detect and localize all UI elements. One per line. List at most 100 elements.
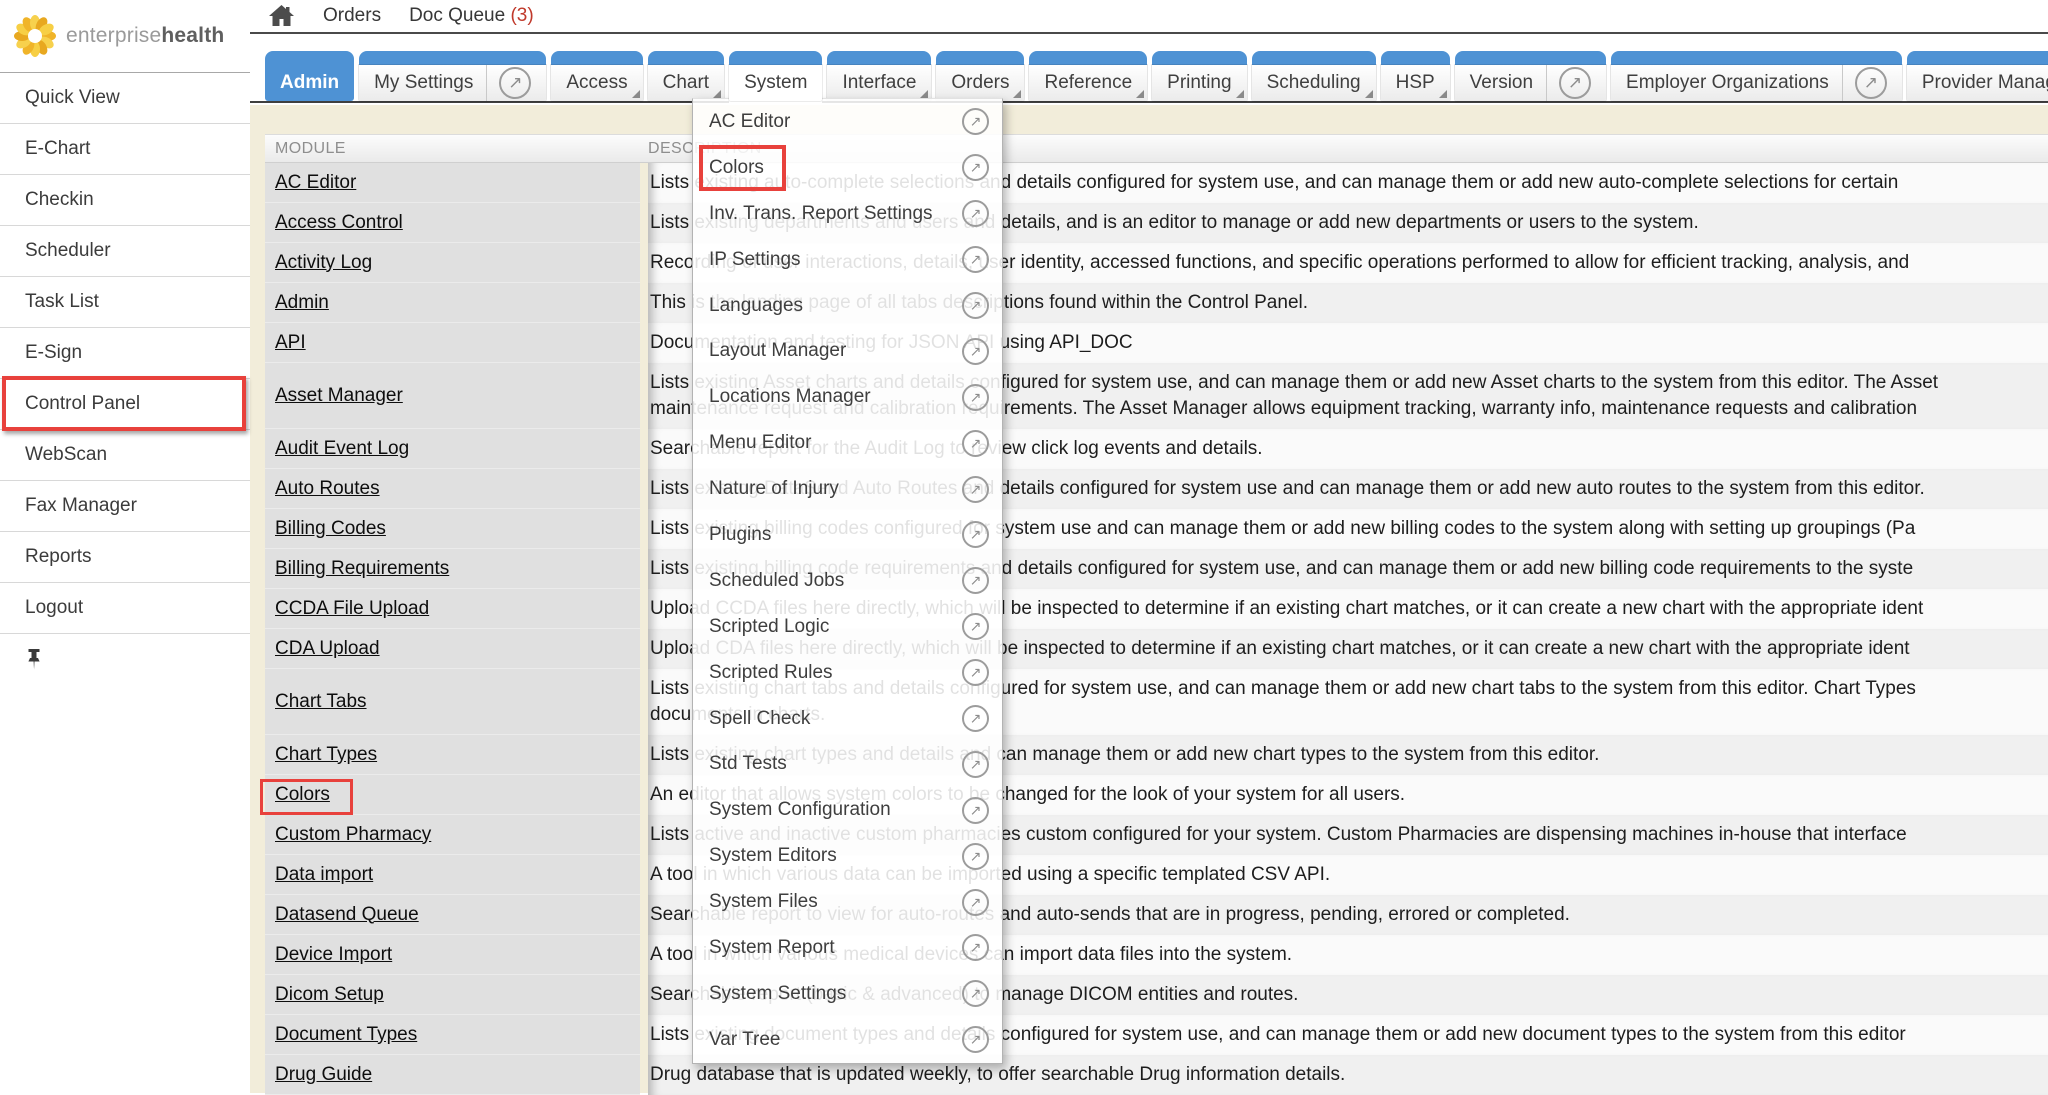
breadcrumb-doc-queue[interactable]: Doc Queue (3) — [409, 5, 534, 27]
module-link[interactable]: API — [275, 332, 306, 354]
tab-interface[interactable]: Interface ↗ — [827, 51, 931, 101]
tab-system[interactable]: System ↗ — [729, 51, 822, 101]
external-link-icon[interactable]: ↗ — [1559, 67, 1591, 99]
module-link[interactable]: Colors — [275, 784, 330, 806]
menu-item-scripted-rules[interactable]: Scripted Rules ↗ — [693, 650, 1002, 696]
module-link[interactable]: Chart Types — [275, 744, 377, 766]
module-link[interactable]: Device Import — [275, 944, 392, 966]
external-link-icon[interactable]: ↗ — [962, 1026, 989, 1053]
menu-item-spell-check[interactable]: Spell Check ↗ — [693, 696, 1002, 742]
menu-item-languages[interactable]: Languages ↗ — [693, 283, 1002, 329]
external-link-cell[interactable]: ↗ — [1546, 65, 1591, 101]
breadcrumb-orders[interactable]: Orders — [323, 5, 381, 27]
module-link[interactable]: Document Types — [275, 1024, 417, 1046]
external-link-icon[interactable]: ↗ — [962, 613, 989, 640]
menu-item-std-tests[interactable]: Std Tests ↗ — [693, 741, 1002, 787]
sidebar-item-checkin[interactable]: Checkin — [0, 175, 250, 226]
sidebar-item-e-chart[interactable]: E-Chart — [0, 124, 250, 175]
tab-version[interactable]: Version ↗ — [1455, 51, 1606, 101]
external-link-icon[interactable]: ↗ — [962, 889, 989, 916]
external-link-icon[interactable]: ↗ — [962, 108, 989, 135]
sidebar-item-task-list[interactable]: Task List — [0, 277, 250, 328]
tab-reference[interactable]: Reference ↗ — [1029, 51, 1147, 101]
external-link-icon[interactable]: ↗ — [962, 934, 989, 961]
menu-item-locations-manager[interactable]: Locations Manager ↗ — [693, 374, 1002, 420]
module-link[interactable]: Billing Codes — [275, 518, 386, 540]
sidebar-item-fax-manager[interactable]: Fax Manager — [0, 481, 250, 532]
tab-scheduling[interactable]: Scheduling ↗ — [1252, 51, 1376, 101]
external-link-icon[interactable]: ↗ — [1855, 67, 1887, 99]
external-link-icon[interactable]: ↗ — [962, 292, 989, 319]
module-link[interactable]: Activity Log — [275, 252, 372, 274]
menu-item-system-configuration[interactable]: System Configuration ↗ — [693, 787, 1002, 833]
menu-item-system-files[interactable]: System Files ↗ — [693, 879, 1002, 925]
module-row-activity-log: Activity Log Recording of user interacti… — [265, 243, 2048, 283]
tab-admin[interactable]: Admin ↗ — [265, 51, 354, 101]
menu-item-scripted-logic[interactable]: Scripted Logic ↗ — [693, 604, 1002, 650]
external-link-icon[interactable]: ↗ — [962, 200, 989, 227]
external-link-icon[interactable]: ↗ — [962, 384, 989, 411]
external-link-icon[interactable]: ↗ — [962, 751, 989, 778]
menu-item-var-tree[interactable]: Var Tree ↗ — [693, 1017, 1002, 1063]
sidebar-item-e-sign[interactable]: E-Sign — [0, 328, 250, 379]
module-link[interactable]: Asset Manager — [275, 385, 403, 407]
pin-icon[interactable] — [25, 648, 43, 672]
sidebar-item-reports[interactable]: Reports — [0, 532, 250, 583]
sidebar-item-webscan[interactable]: WebScan — [0, 430, 250, 481]
module-link[interactable]: Audit Event Log — [275, 438, 409, 460]
tab-my-settings[interactable]: My Settings ↗ — [359, 51, 546, 101]
external-link-cell[interactable]: ↗ — [1842, 65, 1887, 101]
module-link[interactable]: CDA Upload — [275, 638, 380, 660]
module-link[interactable]: Drug Guide — [275, 1064, 372, 1086]
tab-orders[interactable]: Orders ↗ — [936, 51, 1024, 101]
tab-chart[interactable]: Chart ↗ — [648, 51, 724, 101]
home-icon[interactable] — [268, 4, 295, 28]
menu-item-system-editors[interactable]: System Editors ↗ — [693, 833, 1002, 879]
external-link-icon[interactable]: ↗ — [962, 246, 989, 273]
menu-item-menu-editor[interactable]: Menu Editor ↗ — [693, 420, 1002, 466]
menu-item-ac-editor[interactable]: AC Editor ↗ — [693, 99, 1002, 145]
sidebar-item-scheduler[interactable]: Scheduler — [0, 226, 250, 277]
module-link[interactable]: Chart Tabs — [275, 691, 367, 713]
module-link[interactable]: Dicom Setup — [275, 984, 384, 1006]
external-link-icon[interactable]: ↗ — [962, 476, 989, 503]
module-link[interactable]: Datasend Queue — [275, 904, 419, 926]
external-link-icon[interactable]: ↗ — [962, 154, 989, 181]
module-link[interactable]: AC Editor — [275, 172, 356, 194]
sidebar-item-quick-view[interactable]: Quick View — [0, 73, 250, 124]
external-link-icon[interactable]: ↗ — [962, 980, 989, 1007]
tab-access[interactable]: Access ↗ — [551, 51, 642, 101]
external-link-icon[interactable]: ↗ — [962, 659, 989, 686]
sidebar-item-logout[interactable]: Logout — [0, 583, 250, 634]
tab-hsp[interactable]: HSP ↗ — [1381, 51, 1450, 101]
external-link-icon[interactable]: ↗ — [962, 430, 989, 457]
external-link-icon[interactable]: ↗ — [962, 338, 989, 365]
module-link[interactable]: Billing Requirements — [275, 558, 449, 580]
external-link-icon[interactable]: ↗ — [962, 797, 989, 824]
external-link-icon[interactable]: ↗ — [499, 67, 531, 99]
menu-item-system-report[interactable]: System Report ↗ — [693, 925, 1002, 971]
menu-item-plugins[interactable]: Plugins ↗ — [693, 512, 1002, 558]
external-link-cell[interactable]: ↗ — [486, 65, 531, 101]
module-link[interactable]: Access Control — [275, 212, 403, 234]
tab-employer-organizations[interactable]: Employer Organizations ↗ — [1611, 51, 1902, 101]
menu-item-layout-manager[interactable]: Layout Manager ↗ — [693, 328, 1002, 374]
tab-provider-management[interactable]: Provider Management ↗ — [1907, 51, 2048, 101]
menu-item-ip-settings[interactable]: IP Settings ↗ — [693, 237, 1002, 283]
menu-item-inv-trans-report-settings[interactable]: Inv. Trans. Report Settings ↗ — [693, 191, 1002, 237]
menu-item-colors[interactable]: Colors ↗ — [693, 145, 1002, 191]
module-link[interactable]: Data import — [275, 864, 373, 886]
menu-item-system-settings[interactable]: System Settings ↗ — [693, 971, 1002, 1017]
module-link[interactable]: Custom Pharmacy — [275, 824, 431, 846]
module-link[interactable]: Admin — [275, 292, 329, 314]
external-link-icon[interactable]: ↗ — [962, 705, 989, 732]
menu-item-nature-of-injury[interactable]: Nature of Injury ↗ — [693, 466, 1002, 512]
external-link-icon[interactable]: ↗ — [962, 521, 989, 548]
external-link-icon[interactable]: ↗ — [962, 843, 989, 870]
external-link-icon[interactable]: ↗ — [962, 567, 989, 594]
menu-item-scheduled-jobs[interactable]: Scheduled Jobs ↗ — [693, 558, 1002, 604]
sidebar-item-control-panel[interactable]: Control Panel — [0, 379, 250, 430]
tab-printing[interactable]: Printing ↗ — [1152, 51, 1246, 101]
module-link[interactable]: CCDA File Upload — [275, 598, 429, 620]
module-link[interactable]: Auto Routes — [275, 478, 380, 500]
